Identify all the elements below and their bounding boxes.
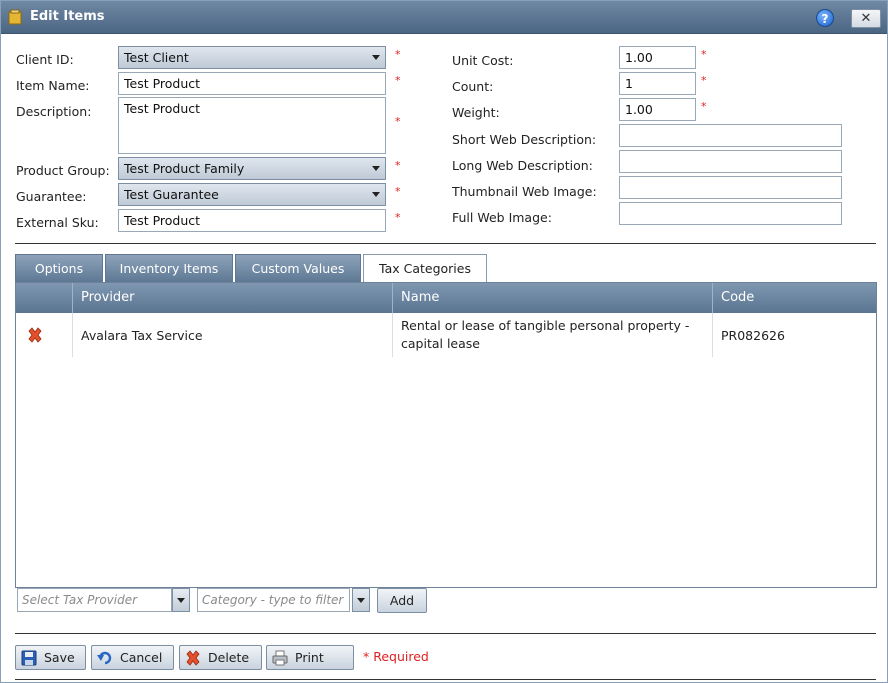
divider [15, 243, 876, 244]
external-sku-label: External Sku: [16, 215, 99, 230]
chevron-down-icon[interactable] [352, 588, 370, 612]
chevron-down-icon [372, 55, 380, 60]
short-web-description-field[interactable] [619, 124, 842, 147]
item-name-label: Item Name: [16, 78, 90, 93]
divider [15, 679, 876, 680]
name-cell: Rental or lease of tangible personal pro… [392, 313, 712, 357]
help-icon[interactable]: ? [816, 9, 834, 27]
guarantee-value: Test Guarantee [124, 187, 219, 202]
divider [15, 633, 876, 634]
chevron-down-icon [372, 166, 380, 171]
required-marker: * [701, 48, 707, 61]
unit-cost-field[interactable]: 1.00 [619, 46, 696, 69]
long-web-description-label: Long Web Description: [452, 158, 593, 173]
item-icon [8, 9, 22, 25]
add-button[interactable]: Add [377, 588, 427, 613]
print-button[interactable]: Print [266, 645, 354, 670]
grid-header: Provider Name Code [16, 283, 876, 313]
required-marker: * [395, 115, 401, 128]
required-marker: * [395, 48, 401, 61]
product-group-value: Test Product Family [124, 161, 245, 176]
column-header-provider[interactable]: Provider [72, 283, 392, 313]
client-id-label: Client ID: [16, 52, 74, 67]
product-group-select[interactable]: Test Product Family [118, 157, 386, 180]
delete-label: Delete [208, 650, 250, 665]
printer-icon [272, 650, 288, 665]
count-field[interactable]: 1 [619, 72, 696, 95]
description-field[interactable]: Test Product [118, 97, 386, 154]
short-web-description-label: Short Web Description: [452, 132, 597, 147]
required-note: * Required [363, 649, 429, 664]
required-marker: * [701, 74, 707, 87]
edit-items-window: Edit Items ? ✕ Client ID: Test Client * … [0, 0, 888, 683]
table-row[interactable]: Avalara Tax Service Rental or lease of t… [16, 313, 876, 357]
tab-tax-categories[interactable]: Tax Categories [363, 254, 487, 283]
close-button[interactable]: ✕ [851, 9, 881, 28]
cancel-button[interactable]: Cancel [91, 645, 174, 670]
external-sku-field[interactable]: Test Product [118, 209, 386, 232]
unit-cost-label: Unit Cost: [452, 53, 514, 68]
required-marker: * [395, 185, 401, 198]
product-group-label: Product Group: [16, 163, 110, 178]
save-label: Save [44, 650, 75, 665]
weight-label: Weight: [452, 105, 500, 120]
column-header-code[interactable]: Code [712, 283, 876, 313]
column-header-name[interactable]: Name [392, 283, 712, 313]
required-marker: * [395, 211, 401, 224]
tax-provider-select[interactable]: Select Tax Provider [17, 588, 172, 612]
required-marker: * [701, 100, 707, 113]
tab-custom-values[interactable]: Custom Values [235, 254, 361, 282]
tab-options[interactable]: Options [15, 254, 103, 282]
delete-icon[interactable] [26, 326, 44, 344]
category-filter-input[interactable]: Category - type to filter [197, 588, 350, 612]
full-web-image-field[interactable] [619, 202, 842, 225]
save-icon [21, 650, 37, 665]
client-id-value: Test Client [124, 50, 189, 65]
window-title: Edit Items [30, 9, 105, 24]
required-marker: * [395, 74, 401, 87]
delete-icon [186, 649, 200, 666]
long-web-description-field[interactable] [619, 150, 842, 173]
description-label: Description: [16, 104, 92, 119]
undo-icon [97, 651, 112, 664]
count-label: Count: [452, 79, 494, 94]
client-id-select[interactable]: Test Client [118, 46, 386, 69]
weight-field[interactable]: 1.00 [619, 98, 696, 121]
tab-inventory-items[interactable]: Inventory Items [105, 254, 233, 282]
title-bar[interactable]: Edit Items ? ✕ [1, 1, 887, 34]
tax-categories-grid: Provider Name Code Avalara Tax Service R… [15, 282, 877, 588]
code-cell: PR082626 [712, 313, 876, 357]
full-web-image-label: Full Web Image: [452, 210, 552, 225]
chevron-down-icon [372, 192, 380, 197]
print-label: Print [295, 650, 324, 665]
item-name-field[interactable]: Test Product [118, 72, 386, 95]
provider-cell: Avalara Tax Service [72, 313, 392, 357]
guarantee-label: Guarantee: [16, 189, 87, 204]
save-button[interactable]: Save [15, 645, 86, 670]
cancel-label: Cancel [120, 650, 163, 665]
thumbnail-web-image-field[interactable] [619, 176, 842, 199]
thumbnail-web-image-label: Thumbnail Web Image: [452, 184, 597, 199]
guarantee-select[interactable]: Test Guarantee [118, 183, 386, 206]
required-marker: * [395, 159, 401, 172]
chevron-down-icon[interactable] [172, 588, 190, 612]
delete-button[interactable]: Delete [179, 645, 262, 670]
